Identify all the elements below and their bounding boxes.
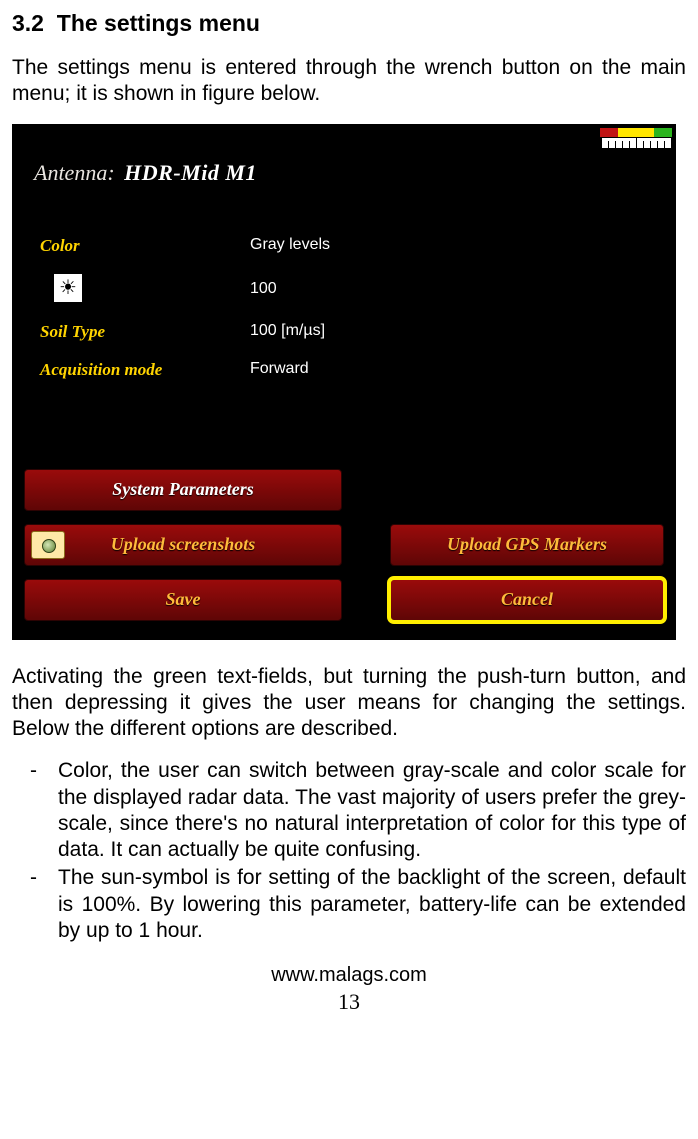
upload-screenshots-label: Upload screenshots (111, 534, 256, 555)
upload-gps-label: Upload GPS Markers (447, 534, 607, 555)
antenna-label: Antenna: (34, 160, 115, 185)
intro-paragraph: The settings menu is entered through the… (12, 55, 686, 108)
setting-value-color: Gray levels (250, 236, 330, 254)
option-list: Color, the user can switch between gray-… (12, 758, 686, 944)
setting-row-brightness[interactable]: ☀ (40, 274, 82, 302)
setting-row-acq[interactable]: Acquisition mode (40, 360, 162, 380)
setting-label-soil: Soil Type (40, 322, 105, 341)
page-footer: www.malags.com 13 (12, 964, 686, 1015)
signal-bar-4 (654, 128, 672, 137)
signal-bars (600, 128, 672, 137)
system-parameters-button[interactable]: System Parameters (24, 469, 342, 511)
section-number: 3.2 (12, 10, 44, 36)
cancel-label: Cancel (501, 589, 553, 610)
setting-row-soil[interactable]: Soil Type (40, 322, 105, 342)
list-item: The sun-symbol is for setting of the bac… (58, 865, 686, 944)
signal-meter (600, 128, 672, 149)
setting-label-acq: Acquisition mode (40, 360, 162, 379)
settings-screenshot: Antenna: HDR-Mid M1 Color Gray levels ☀ … (12, 124, 676, 640)
antenna-model: HDR-Mid M1 (124, 160, 257, 185)
save-button[interactable]: Save (24, 579, 342, 621)
setting-value-acq: Forward (250, 360, 309, 378)
system-parameters-label: System Parameters (112, 479, 254, 500)
camera-icon (31, 531, 65, 559)
antenna-row: Antenna: HDR-Mid M1 (34, 160, 257, 186)
setting-row-color[interactable]: Color (40, 236, 80, 256)
signal-bar-3 (636, 128, 654, 137)
footer-url: www.malags.com (12, 964, 686, 987)
setting-value-brightness: 100 (250, 280, 277, 298)
page-number: 13 (12, 989, 686, 1015)
setting-label-color: Color (40, 236, 80, 255)
setting-value-soil: 100 [m/µs] (250, 322, 325, 340)
save-label: Save (166, 589, 201, 610)
cancel-button[interactable]: Cancel (390, 579, 664, 621)
upload-screenshots-button[interactable]: Upload screenshots (24, 524, 342, 566)
after-paragraph: Activating the green text-fields, but tu… (12, 664, 686, 743)
upload-gps-button[interactable]: Upload GPS Markers (390, 524, 664, 566)
section-title: The settings menu (57, 10, 260, 36)
signal-bar-2 (618, 128, 636, 137)
section-heading: 3.2 The settings menu (12, 10, 686, 37)
list-item: Color, the user can switch between gray-… (58, 758, 686, 863)
signal-scale (600, 137, 672, 149)
brightness-icon: ☀ (54, 274, 82, 302)
signal-bar-1 (600, 128, 618, 137)
